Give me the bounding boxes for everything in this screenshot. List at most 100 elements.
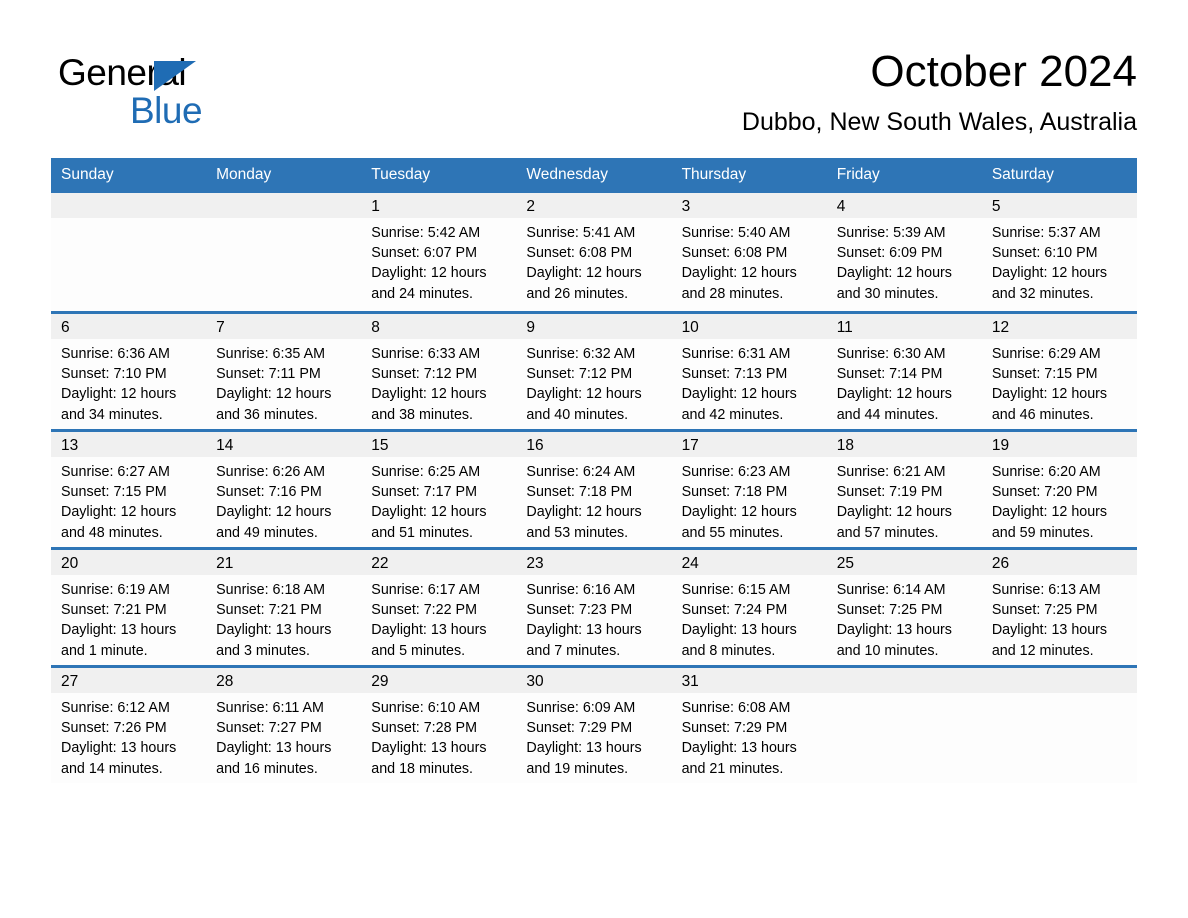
daylight-text-line1: Daylight: 12 hours: [371, 265, 487, 282]
day-number-strip: 11: [826, 314, 982, 339]
sunrise-text: Sunrise: 6:09 AM: [526, 700, 636, 716]
day-detail-block: Sunrise: 5:42 AM Sunset: 6:07 PM Daylight:…: [361, 218, 516, 304]
day-cell-27[interactable]: 27 Sunrise: 6:12 AM Sunset: 7:26 PM Dayligh…: [51, 665, 207, 783]
daylight-text-line2: and 26 minutes.: [526, 285, 629, 302]
calendar-day-cell: 20 Sunrise: 6:19 AM Sunset: 7:21 PM Dayligh…: [51, 547, 207, 665]
day-cell-3[interactable]: 3 Sunrise: 5:40 AM Sunset: 6:08 PM Daylight…: [671, 193, 827, 311]
day-cell-10[interactable]: 10 Sunrise: 6:31 AM Sunset: 7:13 PM Dayligh…: [671, 311, 827, 429]
day-cell-12[interactable]: 12 Sunrise: 6:29 AM Sunset: 7:15 PM Dayligh…: [981, 311, 1137, 429]
daylight-text-line2: and 14 minutes.: [61, 760, 163, 777]
daylight-text-line2: and 49 minutes.: [216, 524, 318, 541]
day-cell-4[interactable]: 4 Sunrise: 5:39 AM Sunset: 6:09 PM Daylight…: [826, 193, 982, 311]
day-cell-20[interactable]: 20 Sunrise: 6:19 AM Sunset: 7:21 PM Dayligh…: [51, 547, 207, 665]
day-cell-19[interactable]: 19 Sunrise: 6:20 AM Sunset: 7:20 PM Dayligh…: [981, 429, 1137, 547]
day-cell-21[interactable]: 21 Sunrise: 6:18 AM Sunset: 7:21 PM Dayligh…: [206, 547, 362, 665]
day-cell-13[interactable]: 13 Sunrise: 6:27 AM Sunset: 7:15 PM Dayligh…: [51, 429, 207, 547]
day-cell-16[interactable]: 16 Sunrise: 6:24 AM Sunset: 7:18 PM Dayligh…: [516, 429, 672, 547]
day-number-strip: 29: [361, 668, 517, 693]
calendar-week-row: 13 Sunrise: 6:27 AM Sunset: 7:15 PM Dayligh…: [51, 429, 1137, 547]
day-detail-block: Sunrise: 6:25 AM Sunset: 7:17 PM Daylight:…: [361, 457, 516, 543]
daylight-text-line2: and 51 minutes.: [371, 524, 474, 541]
day-number: 15: [371, 437, 389, 454]
sunset-text: Sunset: 7:22 PM: [371, 602, 477, 619]
sunset-text: Sunset: 7:25 PM: [991, 602, 1098, 619]
day-number-strip: 25: [826, 550, 982, 575]
day-cell-9[interactable]: 9 Sunrise: 6:32 AM Sunset: 7:12 PM Daylight…: [516, 311, 672, 429]
sunrise-text: Sunrise: 6:32 AM: [526, 346, 636, 362]
day-number-strip: 10: [671, 314, 827, 339]
calendar-day-cell: 11 Sunrise: 6:30 AM Sunset: 7:14 PM Dayligh…: [826, 311, 982, 429]
calendar-day-cell: [206, 193, 362, 311]
day-cell-30[interactable]: 30 Sunrise: 6:09 AM Sunset: 7:29 PM Dayligh…: [516, 665, 672, 783]
calendar-day-cell: 30 Sunrise: 6:09 AM Sunset: 7:29 PM Dayligh…: [516, 665, 672, 783]
weekday-header-friday: Friday: [826, 158, 982, 193]
day-detail-block: [982, 693, 1137, 698]
calendar-day-cell: 7 Sunrise: 6:35 AM Sunset: 7:11 PM Daylight…: [206, 311, 362, 429]
day-cell-14[interactable]: 14 Sunrise: 6:26 AM Sunset: 7:16 PM Dayligh…: [206, 429, 362, 547]
calendar-day-cell: 5 Sunrise: 5:37 AM Sunset: 6:10 PM Daylight…: [981, 193, 1137, 311]
sunrise-text: Sunrise: 5:39 AM: [836, 225, 946, 241]
calendar-day-cell: 16 Sunrise: 6:24 AM Sunset: 7:18 PM Dayligh…: [516, 429, 672, 547]
calendar-day-cell: 25 Sunrise: 6:14 AM Sunset: 7:25 PM Dayligh…: [826, 547, 982, 665]
daylight-text-line1: Daylight: 13 hours: [836, 622, 952, 639]
day-cell-28[interactable]: 28 Sunrise: 6:11 AM Sunset: 7:27 PM Dayligh…: [206, 665, 362, 783]
day-number: 5: [991, 198, 1001, 215]
sunrise-text: Sunrise: 6:15 AM: [681, 582, 791, 598]
day-cell-11[interactable]: 11 Sunrise: 6:30 AM Sunset: 7:14 PM Dayligh…: [826, 311, 982, 429]
day-cell-8[interactable]: 8 Sunrise: 6:33 AM Sunset: 7:12 PM Daylight…: [361, 311, 517, 429]
day-cell-26[interactable]: 26 Sunrise: 6:13 AM Sunset: 7:25 PM Dayligh…: [981, 547, 1137, 665]
day-cell-15[interactable]: 15 Sunrise: 6:25 AM Sunset: 7:17 PM Dayligh…: [361, 429, 517, 547]
sunset-text: Sunset: 7:15 PM: [61, 484, 167, 501]
brand-logo[interactable]: General Blue: [58, 51, 288, 137]
day-cell-6[interactable]: 6 Sunrise: 6:36 AM Sunset: 7:10 PM Daylight…: [51, 311, 207, 429]
day-cell-24[interactable]: 24 Sunrise: 6:15 AM Sunset: 7:24 PM Dayligh…: [671, 547, 827, 665]
calendar-header-row: Sunday Monday Tuesday Wednesday Thursday Frid…: [51, 158, 1137, 193]
daylight-text-line1: Daylight: 12 hours: [836, 386, 952, 403]
day-cell-7[interactable]: 7 Sunrise: 6:35 AM Sunset: 7:11 PM Daylight…: [206, 311, 362, 429]
sunset-text: Sunset: 7:10 PM: [61, 366, 167, 383]
weekday-header-thursday: Thursday: [671, 158, 827, 193]
day-number-strip: 23: [516, 550, 672, 575]
day-cell-25[interactable]: 25 Sunrise: 6:14 AM Sunset: 7:25 PM Dayligh…: [826, 547, 982, 665]
day-cell-1[interactable]: 1 Sunrise: 5:42 AM Sunset: 6:07 PM Daylight…: [361, 193, 517, 311]
day-cell-17[interactable]: 17 Sunrise: 6:23 AM Sunset: 7:18 PM Dayligh…: [671, 429, 827, 547]
sunset-text: Sunset: 7:29 PM: [526, 720, 633, 737]
day-detail-block: Sunrise: 6:13 AM Sunset: 7:25 PM Daylight:…: [982, 575, 1137, 661]
day-detail-block: Sunrise: 6:10 AM Sunset: 7:28 PM Daylight:…: [361, 693, 516, 779]
day-detail-block: Sunrise: 6:17 AM Sunset: 7:22 PM Daylight:…: [361, 575, 516, 661]
calendar-day-cell: 31 Sunrise: 6:08 AM Sunset: 7:29 PM Dayligh…: [671, 665, 827, 783]
day-cell-2[interactable]: 2 Sunrise: 5:41 AM Sunset: 6:08 PM Daylight…: [516, 193, 672, 311]
weekday-header-sunday: Sunday: [51, 158, 207, 193]
calendar-week-row: 1 Sunrise: 5:42 AM Sunset: 6:07 PM Daylight…: [51, 193, 1137, 311]
sunset-text: Sunset: 7:12 PM: [371, 366, 477, 383]
daylight-text-line2: and 48 minutes.: [61, 524, 163, 541]
daylight-text-line2: and 10 minutes.: [836, 642, 939, 659]
day-cell-31[interactable]: 31 Sunrise: 6:08 AM Sunset: 7:29 PM Dayligh…: [671, 665, 827, 783]
day-cell-5[interactable]: 5 Sunrise: 5:37 AM Sunset: 6:10 PM Daylight…: [981, 193, 1137, 311]
day-detail-block: Sunrise: 6:15 AM Sunset: 7:24 PM Daylight:…: [672, 575, 827, 661]
sunset-text: Sunset: 7:19 PM: [836, 484, 943, 501]
daylight-text-line1: Daylight: 12 hours: [526, 386, 642, 403]
day-number-strip: 27: [51, 668, 207, 693]
day-detail-block: Sunrise: 6:19 AM Sunset: 7:21 PM Daylight:…: [51, 575, 206, 661]
day-number-strip: 21: [206, 550, 362, 575]
daylight-text-line2: and 38 minutes.: [371, 406, 474, 423]
sunrise-text: Sunrise: 6:27 AM: [61, 464, 170, 480]
day-number: 13: [61, 437, 79, 454]
calendar-day-cell: 21 Sunrise: 6:18 AM Sunset: 7:21 PM Dayligh…: [206, 547, 362, 665]
daylight-text-line1: Daylight: 12 hours: [371, 504, 487, 521]
day-number-strip: 4: [826, 193, 982, 218]
sunrise-text: Sunrise: 6:12 AM: [61, 700, 170, 716]
day-cell-23[interactable]: 23 Sunrise: 6:16 AM Sunset: 7:23 PM Dayligh…: [516, 547, 672, 665]
sunset-text: Sunset: 7:18 PM: [526, 484, 633, 501]
day-cell-18[interactable]: 18 Sunrise: 6:21 AM Sunset: 7:19 PM Dayligh…: [826, 429, 982, 547]
day-detail-block: Sunrise: 6:16 AM Sunset: 7:23 PM Daylight:…: [516, 575, 671, 661]
day-cell-empty: [51, 193, 207, 311]
day-detail-block: Sunrise: 6:33 AM Sunset: 7:12 PM Daylight:…: [361, 339, 516, 425]
day-cell-29[interactable]: 29 Sunrise: 6:10 AM Sunset: 7:28 PM Dayligh…: [361, 665, 517, 783]
sunset-text: Sunset: 7:18 PM: [681, 484, 788, 501]
day-cell-22[interactable]: 22 Sunrise: 6:17 AM Sunset: 7:22 PM Dayligh…: [361, 547, 517, 665]
calendar-day-cell: 3 Sunrise: 5:40 AM Sunset: 6:08 PM Daylight…: [671, 193, 827, 311]
daylight-text-line1: Daylight: 12 hours: [216, 386, 332, 403]
sunrise-text: Sunrise: 5:37 AM: [991, 225, 1101, 241]
